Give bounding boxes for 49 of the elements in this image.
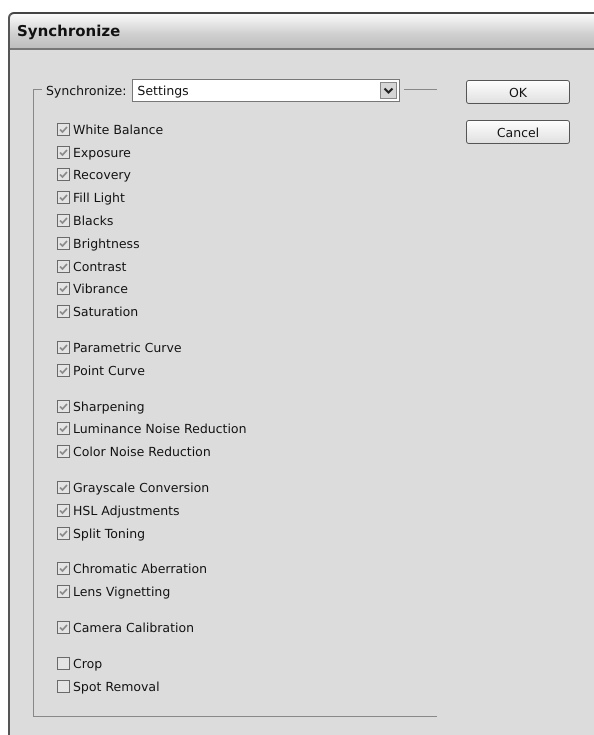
checkbox[interactable] xyxy=(57,305,70,318)
checkbox-label: Recovery xyxy=(73,167,131,182)
ok-button[interactable]: OK xyxy=(466,80,570,104)
checkbox-label: Spot Removal xyxy=(73,678,160,694)
checkbox-label: Exposure xyxy=(73,144,131,160)
checkbox-label: Parametric Curve xyxy=(73,340,182,356)
checkbox-label: Contrast xyxy=(73,258,126,274)
checkbox-label: Blacks xyxy=(73,213,114,228)
checkbox[interactable] xyxy=(57,260,70,273)
checkbox[interactable] xyxy=(57,680,70,693)
checkbox-label: White Balance xyxy=(73,122,164,137)
checkbox[interactable] xyxy=(57,422,70,436)
checkbox[interactable] xyxy=(57,168,70,182)
checkbox[interactable] xyxy=(57,562,70,576)
checkbox[interactable] xyxy=(57,400,70,413)
checkbox[interactable] xyxy=(57,585,70,598)
checkbox-label: Camera Calibration xyxy=(73,620,194,636)
checkbox[interactable] xyxy=(57,621,70,634)
checkbox[interactable] xyxy=(57,481,70,494)
checkbox[interactable] xyxy=(57,236,70,250)
checkbox-label: Split Toning xyxy=(73,526,146,541)
checkbox-label: Lens Vignetting xyxy=(73,584,170,600)
checkbox-label: Sharpening xyxy=(73,398,145,414)
checkbox-label: Grayscale Conversion xyxy=(73,480,210,496)
checkbox-label: Luminance Noise Reduction xyxy=(73,421,246,436)
checkbox[interactable] xyxy=(57,191,70,204)
checkbox[interactable] xyxy=(57,214,70,228)
checkbox[interactable] xyxy=(57,341,70,354)
checkbox-label: Point Curve xyxy=(73,362,145,378)
checkbox-label: Vibrance xyxy=(73,281,128,296)
checkbox[interactable] xyxy=(57,282,70,296)
cancel-button[interactable]: Cancel xyxy=(466,120,570,144)
checkbox-label: Chromatic Aberration xyxy=(73,561,208,576)
checkbox[interactable] xyxy=(57,526,70,540)
checkbox[interactable] xyxy=(57,146,70,159)
checkbox[interactable] xyxy=(57,504,70,517)
checkbox[interactable] xyxy=(57,445,70,458)
checkbox[interactable] xyxy=(57,122,70,136)
checkbox-label: HSL Adjustments xyxy=(73,502,180,518)
checkbox[interactable] xyxy=(57,364,70,377)
synchronize-dropdown[interactable]: Settings xyxy=(132,79,400,102)
checkbox-label: Fill Light xyxy=(73,190,125,206)
synchronize-label: Synchronize: xyxy=(46,83,126,98)
checkbox-label: Color Noise Reduction xyxy=(73,444,211,460)
window-title: Synchronize xyxy=(17,22,120,40)
checkbox-label: Saturation xyxy=(73,304,138,320)
checkbox-label: Brightness xyxy=(73,236,140,251)
checkbox-label: Crop xyxy=(73,656,102,671)
checkbox[interactable] xyxy=(57,656,70,670)
